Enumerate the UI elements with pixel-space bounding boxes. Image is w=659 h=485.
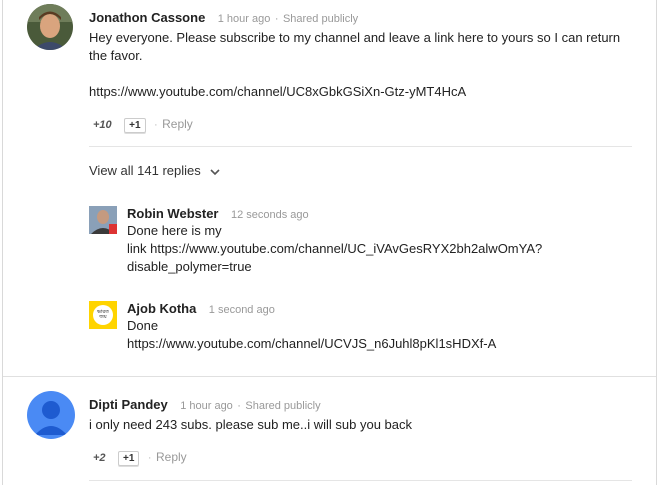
comment-text-line: Hey everyone. Please subscribe to my cha… (89, 30, 621, 45)
visibility-label: Shared publicly (245, 400, 321, 412)
plus-one-button[interactable]: +1 (124, 118, 146, 133)
view-all-replies-button[interactable]: View all 141 replies (89, 163, 220, 179)
chevron-down-icon (210, 164, 220, 179)
avatar[interactable] (89, 206, 117, 234)
reply-text-line: Done (127, 318, 159, 333)
comment-actions: +2 +1 · Reply (93, 448, 187, 466)
comment-header: Dipti Pandey 1 hour ago · Shared publicl… (89, 396, 321, 414)
reply-header: Ajob Kotha 1 second ago (127, 300, 275, 318)
reply-time[interactable]: 1 second ago (209, 304, 275, 316)
plus-count[interactable]: +10 (93, 119, 112, 131)
avatar[interactable] (27, 4, 73, 50)
separator: · (147, 452, 152, 464)
reply-author[interactable]: Robin Webster (127, 206, 219, 221)
avatar[interactable]: ভারত জয় (89, 301, 117, 329)
reply-text: Done here is my link https://www.youtube… (127, 222, 542, 276)
comment-link[interactable]: https://www.youtube.com/channel/UC8xGbkG… (89, 83, 466, 101)
avatar-emblem: ভারত জয় (93, 305, 113, 325)
reply-button[interactable]: Reply (162, 117, 193, 131)
reply-text: Done https://www.youtube.com/channel/UCV… (127, 317, 496, 353)
divider (89, 146, 632, 147)
comment-divider (3, 376, 656, 377)
reply-text-line: Done here is my (127, 223, 222, 238)
separator: · (237, 400, 241, 412)
reply-author[interactable]: Ajob Kotha (127, 301, 196, 316)
reply-header: Robin Webster 12 seconds ago (127, 205, 309, 223)
comment-actions: +10 +1 · Reply (93, 115, 193, 133)
reply-link[interactable]: link https://www.youtube.com/channel/UC_… (127, 240, 542, 258)
comment-author[interactable]: Jonathon Cassone (89, 10, 205, 25)
separator: · (274, 13, 279, 25)
comment-author[interactable]: Dipti Pandey (89, 397, 168, 412)
reply-link[interactable]: disable_polymer=true (127, 258, 542, 276)
visibility-label: Shared publicly (282, 13, 359, 25)
separator: · (153, 119, 158, 131)
comment-text: Hey everyone. Please subscribe to my cha… (89, 29, 620, 65)
plus-count[interactable]: +2 (93, 452, 106, 464)
default-avatar-icon[interactable] (27, 391, 75, 439)
reply-link[interactable]: https://www.youtube.com/channel/UCVJS_n6… (127, 335, 496, 353)
comment-text-line: the favor. (89, 48, 143, 63)
comment-time[interactable]: 1 hour ago (218, 13, 271, 25)
comments-panel: Jonathon Cassone 1 hour ago · Shared pub… (2, 0, 657, 485)
comment-header: Jonathon Cassone 1 hour ago · Shared pub… (89, 9, 358, 27)
divider (89, 480, 632, 481)
reply-button[interactable]: Reply (156, 450, 187, 464)
plus-one-button[interactable]: +1 (118, 451, 140, 466)
reply-time[interactable]: 12 seconds ago (231, 209, 309, 221)
view-all-replies-label: View all 141 replies (89, 163, 201, 178)
comment-text: i only need 243 subs. please sub me..i w… (89, 417, 413, 432)
comment-time[interactable]: 1 hour ago (180, 400, 233, 412)
